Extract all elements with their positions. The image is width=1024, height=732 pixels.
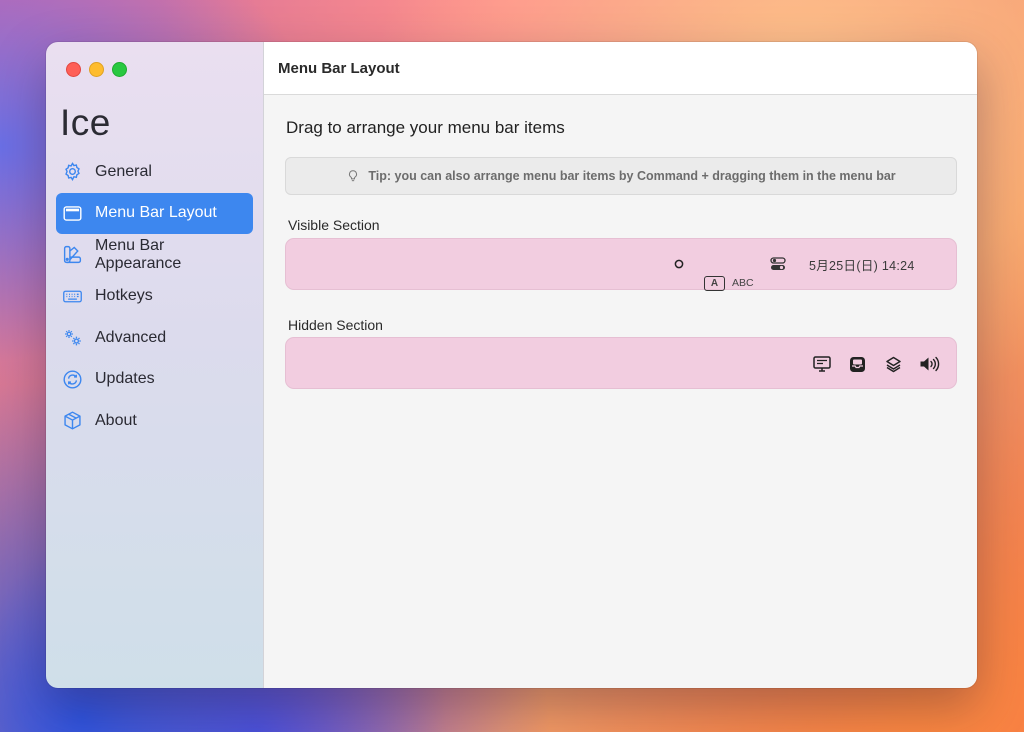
inbox-tray-icon — [849, 356, 865, 372]
cube-icon — [62, 410, 83, 431]
menubar-item-display[interactable] — [811, 354, 833, 374]
sidebar-item-label: Advanced — [95, 328, 167, 346]
refresh-icon — [62, 369, 83, 390]
sidebar-item-menu-bar-layout[interactable]: Menu Bar Layout — [56, 192, 253, 234]
page-heading: Drag to arrange your menu bar items — [286, 118, 565, 137]
sidebar: Ice General Menu Bar Layout Menu Bar App… — [46, 42, 264, 688]
menubar-item-volume[interactable] — [918, 354, 942, 374]
hidden-section-label: Hidden Section — [288, 317, 383, 333]
sidebar-item-general[interactable]: General — [56, 151, 253, 193]
zoom-window-button[interactable] — [112, 62, 127, 77]
close-window-button[interactable] — [66, 62, 81, 77]
app-window: Ice General Menu Bar Layout Menu Bar App… — [46, 42, 977, 688]
menubar-layout-icon — [62, 203, 83, 224]
layers-icon — [885, 356, 901, 372]
sidebar-item-updates[interactable]: Updates — [56, 359, 253, 401]
titlebar: Menu Bar Layout — [264, 42, 977, 95]
gear-icon — [62, 161, 83, 182]
sidebar-item-label: General — [95, 162, 152, 180]
sidebar-item-hotkeys[interactable]: Hotkeys — [56, 276, 253, 318]
sidebar-item-label: Hotkeys — [95, 287, 153, 305]
keyboard-icon — [62, 286, 83, 307]
sidebar-item-label: Menu Bar Layout — [95, 204, 217, 222]
sidebar-item-label: Updates — [95, 370, 155, 388]
main-content: Menu Bar Layout Drag to arrange your men… — [264, 42, 977, 688]
sidebar-item-label: Menu Bar Appearance — [95, 236, 182, 272]
gears-icon — [62, 327, 83, 348]
visible-section[interactable]: A ABC 5月25日(日) 14:24 — [285, 238, 957, 291]
input-source-label: ABC — [732, 277, 754, 289]
menubar-item-input-source[interactable]: A ABC — [704, 275, 754, 291]
menubar-item-clock[interactable]: 5月25日(日) 14:24 — [809, 255, 915, 273]
visible-section-label: Visible Section — [288, 217, 380, 233]
sidebar-item-label: About — [95, 411, 137, 429]
window-controls — [66, 62, 127, 77]
minimize-window-button[interactable] — [89, 62, 104, 77]
display-icon — [813, 356, 831, 372]
tip-text: Tip: you can also arrange menu bar items… — [368, 169, 896, 183]
control-center-icon — [770, 257, 786, 270]
hidden-section[interactable] — [285, 337, 957, 389]
menubar-item-layers[interactable] — [882, 354, 904, 374]
menubar-item-circle[interactable] — [672, 257, 686, 271]
sidebar-nav: General Menu Bar Layout Menu Bar Appeara… — [56, 151, 253, 442]
swatch-icon — [62, 244, 83, 265]
menubar-item-inbox[interactable] — [846, 354, 868, 374]
tip-banner: Tip: you can also arrange menu bar items… — [285, 157, 957, 195]
sidebar-item-menu-bar-appearance[interactable]: Menu Bar Appearance — [56, 234, 253, 276]
circle-icon — [674, 259, 684, 269]
sidebar-item-about[interactable]: About — [56, 400, 253, 442]
menubar-item-control-center[interactable] — [768, 255, 788, 273]
speaker-volume-icon — [920, 356, 940, 372]
window-title: Menu Bar Layout — [278, 59, 400, 77]
sidebar-item-advanced[interactable]: Advanced — [56, 317, 253, 359]
input-source-icon: A — [704, 275, 725, 291]
app-title: Ice — [60, 102, 111, 143]
lightbulb-icon — [349, 170, 358, 182]
